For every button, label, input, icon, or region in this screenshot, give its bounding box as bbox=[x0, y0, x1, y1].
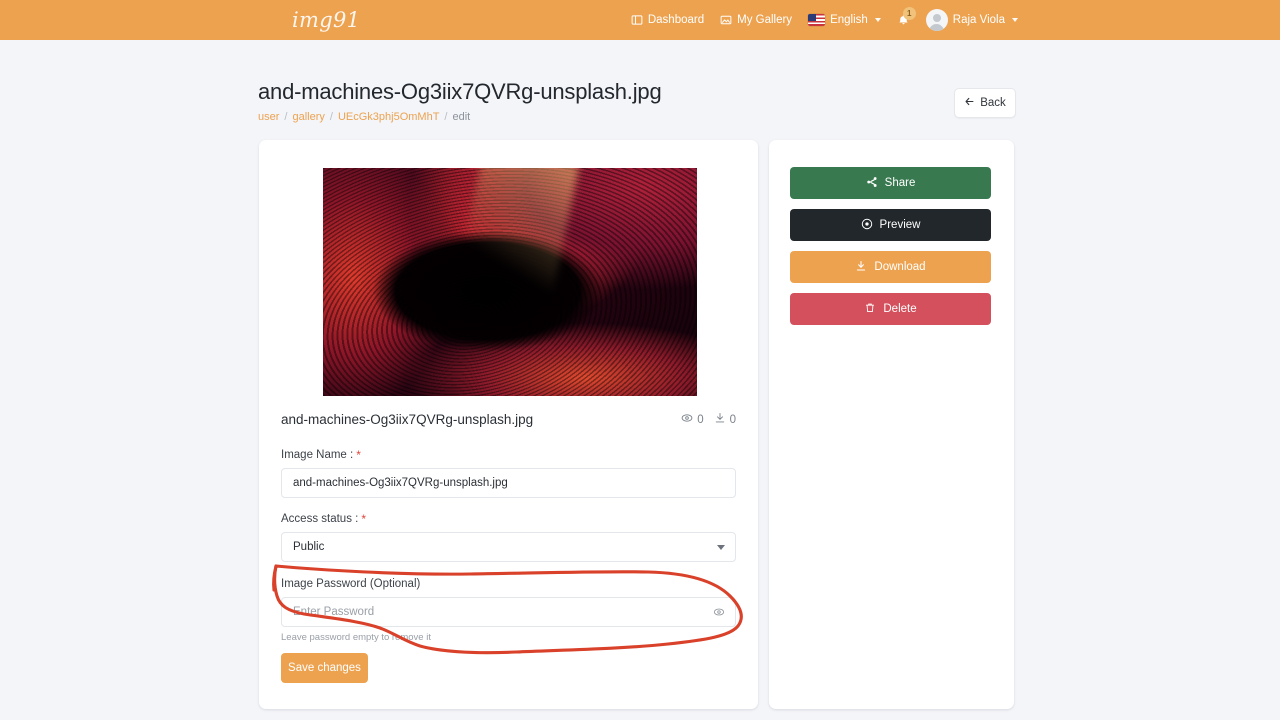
language-label: English bbox=[830, 14, 868, 26]
gallery-icon bbox=[720, 14, 732, 26]
view-count: 0 bbox=[681, 412, 704, 427]
share-icon bbox=[866, 176, 878, 191]
download-icon bbox=[855, 260, 867, 275]
breadcrumb-item-image-id[interactable]: UEcGk3phj5OmMhT bbox=[338, 111, 439, 123]
chevron-down-icon bbox=[874, 18, 881, 22]
view-count-value: 0 bbox=[697, 413, 704, 426]
access-status-field-group: Access status : * Public bbox=[281, 513, 736, 562]
breadcrumb-separator: / bbox=[329, 111, 333, 123]
avatar bbox=[925, 9, 948, 31]
image-preview-thumbnail[interactable] bbox=[323, 168, 697, 396]
required-marker: * bbox=[361, 512, 367, 526]
stats-group: 0 0 bbox=[681, 412, 736, 427]
image-name-label: Image Name : * bbox=[281, 449, 736, 461]
back-button-label: Back bbox=[980, 97, 1006, 109]
top-navbar: img91 Dashboard My Gallery English 1 Raj… bbox=[0, 0, 1280, 40]
save-changes-button[interactable]: Save changes bbox=[281, 653, 368, 683]
access-status-label-text: Access status : bbox=[281, 513, 359, 525]
breadcrumb-item-gallery[interactable]: gallery bbox=[292, 111, 324, 123]
breadcrumb-separator: / bbox=[284, 111, 288, 123]
image-password-field-group: Image Password (Optional) Enter Password… bbox=[281, 578, 736, 643]
chevron-down-icon bbox=[717, 545, 725, 550]
eye-circle-icon bbox=[861, 218, 873, 233]
page-title: and-machines-Og3iix7QVRg-unsplash.jpg bbox=[258, 79, 662, 104]
access-status-select[interactable]: Public bbox=[281, 532, 736, 562]
delete-button-label: Delete bbox=[883, 303, 917, 315]
image-password-label-text: Image Password (Optional) bbox=[281, 578, 421, 590]
user-name-label: Raja Viola bbox=[952, 14, 1005, 26]
download-button[interactable]: Download bbox=[790, 251, 991, 283]
breadcrumb-item-edit: edit bbox=[452, 111, 471, 123]
nav-item-dashboard-label: Dashboard bbox=[647, 14, 705, 26]
download-count: 0 bbox=[714, 412, 736, 427]
nav-item-my-gallery[interactable]: My Gallery bbox=[720, 14, 792, 26]
image-name-input[interactable]: and-machines-Og3iix7QVRg-unsplash.jpg bbox=[281, 468, 736, 498]
share-button-label: Share bbox=[884, 177, 916, 189]
user-menu[interactable]: Raja Viola bbox=[925, 9, 1018, 31]
file-info-row: and-machines-Og3iix7QVRg-unsplash.jpg 0 … bbox=[281, 412, 736, 427]
preview-button[interactable]: Preview bbox=[790, 209, 991, 241]
navbar-right-group: Dashboard My Gallery English 1 Raja Viol… bbox=[631, 0, 1018, 40]
access-status-select-wrapper: Public bbox=[281, 532, 736, 562]
required-marker: * bbox=[356, 448, 361, 462]
file-name-label: and-machines-Og3iix7QVRg-unsplash.jpg bbox=[281, 412, 534, 427]
image-name-label-text: Image Name : bbox=[281, 449, 354, 461]
chevron-down-icon bbox=[1012, 18, 1018, 22]
breadcrumb-separator: / bbox=[444, 111, 448, 123]
download-button-label: Download bbox=[874, 261, 926, 273]
share-button[interactable]: Share bbox=[790, 167, 991, 199]
download-count-value: 0 bbox=[729, 413, 736, 426]
breadcrumb: user / gallery / UEcGk3phj5OmMhT / edit bbox=[258, 111, 1018, 123]
actions-card: Share Preview Download Delete bbox=[769, 140, 1014, 709]
us-flag-icon bbox=[808, 14, 826, 26]
eye-icon bbox=[681, 412, 693, 427]
password-input-wrapper: Enter Password bbox=[281, 597, 736, 627]
language-selector[interactable]: English bbox=[808, 14, 881, 26]
notification-badge: 1 bbox=[902, 6, 916, 20]
breadcrumb-item-user[interactable]: user bbox=[258, 111, 279, 123]
preview-button-label: Preview bbox=[879, 219, 921, 231]
image-password-label: Image Password (Optional) bbox=[281, 578, 736, 590]
page-header: and-machines-Og3iix7QVRg-unsplash.jpg us… bbox=[258, 78, 1018, 123]
download-icon bbox=[714, 412, 726, 427]
access-status-label: Access status : * bbox=[281, 513, 736, 525]
trash-icon bbox=[864, 302, 876, 317]
nav-item-my-gallery-label: My Gallery bbox=[737, 14, 793, 26]
back-button[interactable]: Back bbox=[954, 88, 1016, 118]
delete-button[interactable]: Delete bbox=[790, 293, 991, 325]
toggle-password-visibility-icon[interactable] bbox=[712, 605, 726, 619]
dashboard-icon bbox=[631, 14, 643, 26]
image-edit-card: and-machines-Og3iix7QVRg-unsplash.jpg 0 … bbox=[259, 140, 758, 709]
image-password-input[interactable]: Enter Password bbox=[281, 597, 736, 627]
image-name-field-group: Image Name : * and-machines-Og3iix7QVRg-… bbox=[281, 449, 736, 498]
brand-logo[interactable]: img91 bbox=[292, 8, 360, 32]
password-hint-text: Leave password empty to remove it bbox=[281, 632, 431, 643]
nav-item-dashboard[interactable]: Dashboard bbox=[631, 14, 704, 26]
arrow-left-icon bbox=[964, 96, 975, 110]
notifications-button[interactable]: 1 bbox=[897, 6, 916, 27]
